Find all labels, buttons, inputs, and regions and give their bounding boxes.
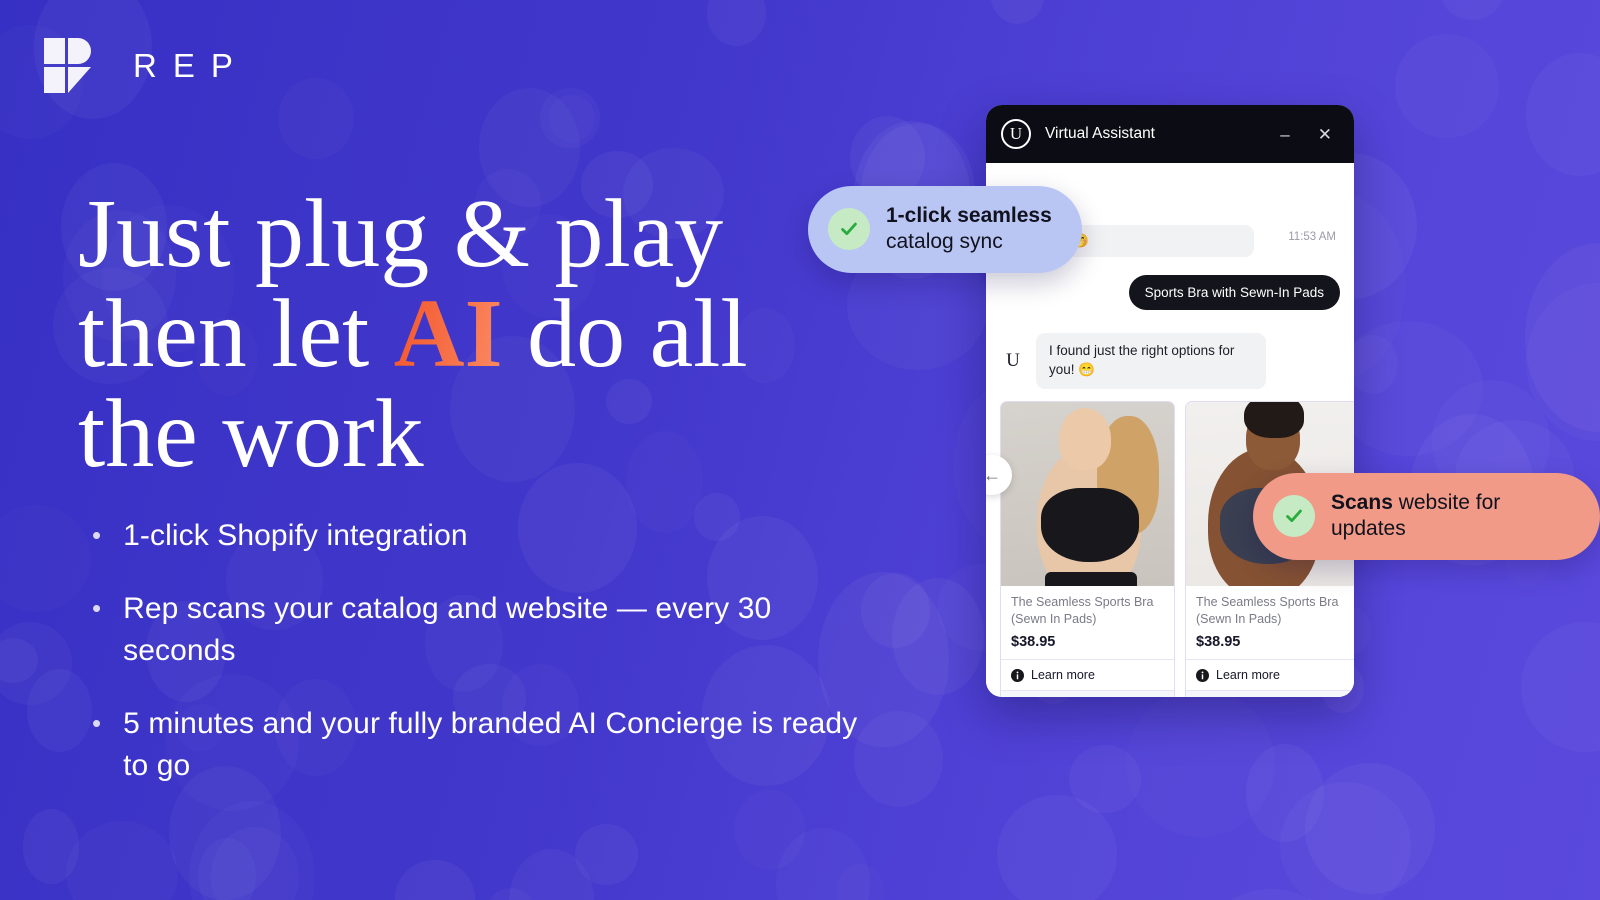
info-icon [1196, 668, 1209, 682]
headline-line-3: the work [78, 379, 424, 488]
brand-wordmark: REP [133, 47, 249, 84]
bullet-marker-icon: • [92, 708, 102, 739]
list-item: • Rep scans your catalog and website — e… [92, 588, 882, 671]
assistant-avatar: U [1006, 349, 1020, 371]
check-circle-icon [828, 208, 870, 251]
headline-accent-ai: AI [393, 279, 503, 388]
list-item: • 1-click Shopify integration [92, 515, 882, 556]
widget-brand-avatar-icon: U [1001, 119, 1031, 149]
close-icon[interactable]: ✕ [1311, 126, 1339, 143]
widget-header: U Virtual Assistant – ✕ [986, 105, 1354, 163]
callout-bold-text: Scans [1331, 491, 1393, 514]
bullet-marker-icon: • [92, 520, 102, 550]
brand-logo: REP [44, 38, 249, 93]
assistant-message-bubble: I found just the right options for you! … [1036, 333, 1266, 389]
action-label: Learn more [1216, 668, 1280, 683]
user-message-bubble: Sports Bra with Sewn-In Pads [1128, 275, 1340, 310]
bullet-text: Rep scans your catalog and website — eve… [123, 592, 772, 667]
learn-more-button[interactable]: Learn more [1001, 659, 1174, 690]
action-label: Learn more [1031, 668, 1095, 683]
product-card[interactable]: The Seamless Sports Bra (Sewn In Pads) $… [1000, 401, 1175, 697]
page-headline: Just plug & play then let AI do all the … [78, 184, 798, 488]
headline-line-1: Just plug & play [78, 180, 724, 288]
bullet-text: 5 minutes and your fully branded AI Conc… [123, 707, 858, 782]
arrow-left-icon: ← [986, 464, 1001, 485]
product-info: The Seamless Sports Bra (Sewn In Pads) $… [1001, 586, 1174, 659]
feature-bullet-list: • 1-click Shopify integration • Rep scan… [92, 515, 882, 818]
callout-text: Scans website for updates [1331, 490, 1570, 543]
info-icon [1011, 668, 1024, 682]
widget-title: Virtual Assistant [1045, 125, 1155, 142]
callout-website-scan: Scans website for updates [1253, 473, 1600, 560]
product-name: The Seamless Sports Bra (Sewn In Pads) [1011, 595, 1154, 626]
bullet-marker-icon: • [92, 593, 102, 624]
assistant-message-row: U I found just the right options for you… [1000, 333, 1266, 389]
add-to-cart-button[interactable]: Add to cart [1186, 690, 1354, 697]
headline-line-2-post: do all [502, 279, 748, 388]
product-image [1001, 402, 1174, 586]
check-circle-icon [1273, 495, 1315, 538]
rep-logo-mark-icon [44, 38, 91, 93]
list-item: • 5 minutes and your fully branded AI Co… [92, 703, 882, 786]
bullet-text: 1-click Shopify integration [123, 519, 468, 552]
minimize-icon[interactable]: – [1273, 126, 1296, 143]
learn-more-button[interactable]: Learn more [1186, 659, 1354, 690]
headline-line-2-pre: then let [78, 279, 394, 388]
product-price: $38.95 [1011, 634, 1056, 651]
product-price: $38.95 [1196, 634, 1241, 651]
callout-bold-text: 1-click seamless [886, 204, 1052, 227]
add-to-cart-button[interactable]: Add to cart [1001, 690, 1174, 697]
callout-rest-text: catalog sync [886, 230, 1003, 254]
callout-catalog-sync: 1-click seamless catalog sync [808, 186, 1082, 273]
callout-text: 1-click seamless catalog sync [886, 203, 1052, 256]
product-name: The Seamless Sports Bra (Sewn In Pads) [1196, 595, 1339, 626]
message-timestamp: 11:53 AM [1288, 231, 1336, 243]
product-info: The Seamless Sports Bra (Sewn In Pads) $… [1186, 586, 1354, 659]
